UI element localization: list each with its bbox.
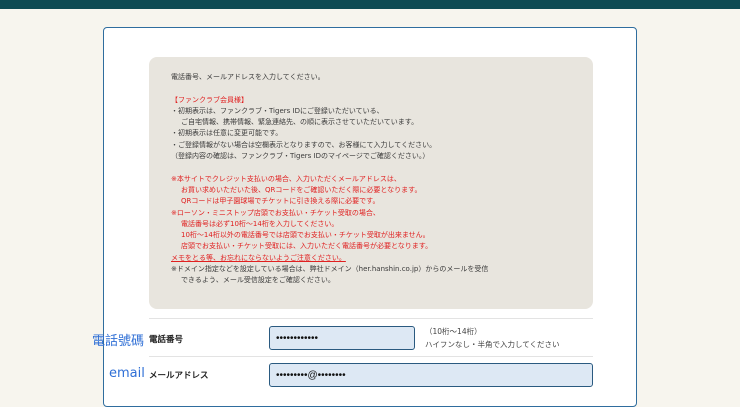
top-bar <box>0 0 740 9</box>
notice-line: ※ローソン・ミニストップ店頭でお支払い・チケット受取の場合、 <box>171 208 380 217</box>
notice-line: 10桁〜14桁以外の電話番号では店頭でお支払い・チケット受取が出来ません。 <box>181 231 430 240</box>
phone-side-label: 電話號碼 <box>92 334 145 349</box>
notice-line: ※ドメイン指定などを設定している場合は、弊社ドメイン（her.hanshin.c… <box>171 265 489 274</box>
notice-line: ※本サイトでクレジット支払いの場合、入力いただくメールアドレスは、 <box>171 174 401 183</box>
email-label: メールアドレス <box>149 371 209 381</box>
notice-line: ・初期表示は、ファンクラブ・Tigers IDにご登録いただいている、 <box>171 106 384 115</box>
email-input[interactable] <box>269 363 593 387</box>
notice-line: ・ご登録情報がない場合は空欄表示となりますので、お客様にて入力してください。 <box>171 140 437 149</box>
notice-box: 電話番号、メールアドレスを入力してください。 【ファンクラブ会員様】 ・初期表示… <box>149 57 593 309</box>
notice-line: メモをとる等、お忘れにならないようご注意ください。 <box>171 253 346 262</box>
phone-hint: （10桁〜14桁） ハイフンなし・半角で入力してください <box>425 325 560 351</box>
divider <box>149 318 593 319</box>
phone-label: 電話番号 <box>149 335 184 345</box>
phone-hint-digits: （10桁〜14桁） <box>425 327 482 336</box>
notice-line: できるよう、メール受信設定をご確認ください。 <box>181 276 335 285</box>
notice-line: お買い求めいただいた後、QRコードをご確認いただく際に必要となります。 <box>181 185 422 194</box>
notice-line: 電話番号は必ず10桁〜14桁を入力してください。 <box>181 219 339 228</box>
notice-gap <box>171 162 593 173</box>
notice-line: QRコードは甲子園球場でチケットに引き換える際に必要です。 <box>181 197 380 206</box>
notice-gap <box>171 83 593 94</box>
notice-line: 店頭でお支払い・チケット受取には、入力いただく電話番号が必要となります。 <box>181 242 433 251</box>
phone-input[interactable] <box>269 326 415 350</box>
notice-line: 【ファンクラブ会員様】 <box>171 95 248 104</box>
notice-line: ・初期表示は任意に変更可能です。 <box>171 129 283 138</box>
notice-line: 電話番号、メールアドレスを入力してください。 <box>171 73 325 81</box>
phone-hint-format: ハイフンなし・半角で入力してください <box>425 340 560 349</box>
notice-line: （登録内容の確認は、ファンクラブ・Tigers IDのマイページでご確認ください… <box>171 152 430 161</box>
email-side-label: email <box>109 366 145 381</box>
notice-line: ご自宅情報、携帯情報、緊急連絡先、の順に表示させていただいています。 <box>181 118 419 127</box>
divider <box>149 356 593 357</box>
